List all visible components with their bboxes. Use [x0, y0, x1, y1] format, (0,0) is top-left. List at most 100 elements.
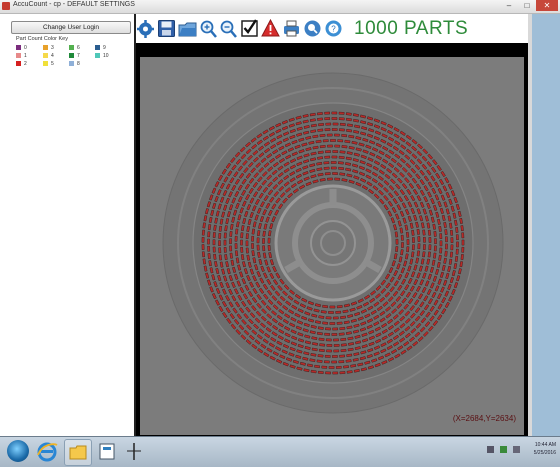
counted-part — [461, 239, 465, 246]
counted-part — [322, 321, 329, 325]
zoom-out-icon[interactable] — [219, 17, 238, 39]
close-button[interactable]: ✕ — [536, 0, 558, 11]
counted-part — [338, 155, 345, 159]
maximize-button[interactable]: □ — [518, 0, 536, 11]
color-key-label: 10 — [103, 53, 109, 59]
save-icon[interactable] — [157, 17, 176, 39]
counted-part — [330, 139, 336, 142]
color-key-label: 4 — [51, 53, 54, 59]
counted-part — [319, 343, 326, 347]
counted-part — [262, 245, 266, 252]
counted-part — [229, 231, 233, 237]
counted-part — [456, 241, 459, 248]
counted-part — [218, 233, 222, 239]
counted-part — [461, 232, 465, 239]
clock[interactable]: 10:44 AM 5/25/2016 — [534, 441, 556, 457]
counted-part — [320, 310, 327, 314]
counted-part — [345, 359, 352, 363]
color-swatch — [69, 53, 74, 59]
counted-part — [339, 326, 346, 331]
warning-icon[interactable] — [261, 17, 280, 39]
counted-part — [334, 144, 341, 148]
change-user-login-button[interactable]: Change User Login — [11, 21, 131, 34]
taskbar: 10:44 AM 5/25/2016 — [0, 436, 560, 467]
counted-part — [332, 371, 339, 375]
counted-part — [433, 252, 437, 259]
counted-part — [326, 344, 333, 347]
parts-count: 1000 PARTS — [354, 18, 469, 39]
counted-part — [450, 237, 454, 243]
color-swatch — [16, 53, 21, 59]
counted-part — [331, 333, 338, 336]
counted-part — [460, 254, 464, 260]
tray-arrow-icon[interactable] — [487, 446, 494, 453]
checkmark-icon[interactable] — [240, 17, 259, 39]
counted-part — [336, 321, 343, 325]
counted-part — [331, 166, 337, 170]
counted-part — [223, 239, 227, 246]
counted-part — [325, 371, 331, 375]
counted-part — [422, 229, 426, 236]
counted-part — [332, 150, 339, 153]
color-key-item-3: 3 — [43, 45, 69, 53]
counted-part — [433, 245, 437, 252]
counted-part — [224, 225, 228, 232]
counted-part — [327, 144, 333, 148]
settings-icon[interactable] — [136, 17, 155, 39]
counted-part — [406, 246, 410, 253]
counted-part — [428, 244, 432, 251]
counted-part — [332, 327, 338, 331]
color-key-label: 0 — [24, 45, 27, 51]
counted-part — [201, 237, 205, 243]
tray-volume-icon[interactable] — [513, 446, 520, 453]
counted-part — [207, 245, 211, 252]
explorer-folder-icon[interactable] — [64, 439, 92, 466]
counted-part — [341, 145, 348, 149]
counted-part — [339, 172, 346, 176]
counted-part — [317, 112, 323, 116]
color-swatch — [69, 61, 74, 67]
counted-part — [345, 112, 352, 116]
counted-part — [324, 332, 330, 336]
counted-part — [340, 343, 347, 347]
counted-part — [395, 238, 399, 245]
counted-part — [341, 134, 348, 138]
counted-part — [455, 234, 459, 241]
counted-part — [423, 236, 426, 243]
desktop-background — [528, 14, 560, 436]
print-icon[interactable] — [282, 17, 301, 39]
counted-part — [224, 254, 228, 260]
cursor-app-icon[interactable] — [121, 439, 147, 464]
tray-network-icon[interactable] — [500, 446, 507, 453]
search-icon[interactable] — [303, 17, 322, 39]
counted-part — [324, 360, 330, 364]
help-icon[interactable]: ? — [324, 17, 343, 39]
xray-image-canvas[interactable]: (X=2684,Y=2634) — [140, 57, 524, 435]
counted-part — [317, 150, 324, 154]
color-key-item-2: 2 — [16, 61, 42, 69]
window-border — [528, 14, 532, 436]
minimize-button[interactable]: – — [500, 0, 518, 11]
color-key-label: 8 — [77, 61, 80, 67]
counted-part — [333, 344, 340, 347]
clock-time: 10:44 AM — [534, 442, 556, 448]
counted-part — [394, 231, 399, 238]
ie-icon[interactable] — [34, 439, 60, 464]
counted-part — [251, 235, 255, 242]
system-tray — [487, 446, 520, 453]
start-orb[interactable] — [7, 440, 29, 462]
counted-part — [460, 225, 464, 232]
open-folder-icon[interactable] — [178, 17, 197, 39]
color-key-item-5: 5 — [43, 61, 69, 69]
counted-part — [332, 355, 338, 358]
zoom-in-icon[interactable] — [199, 17, 218, 39]
counted-part — [229, 245, 233, 252]
counted-part — [207, 238, 210, 245]
color-swatch — [43, 61, 48, 67]
counted-part — [400, 234, 404, 241]
color-key-item-6: 6 — [69, 45, 95, 53]
accucount-app-icon[interactable] — [94, 439, 120, 464]
counted-part — [340, 337, 347, 342]
counted-part — [240, 246, 244, 253]
counted-part — [412, 237, 415, 243]
